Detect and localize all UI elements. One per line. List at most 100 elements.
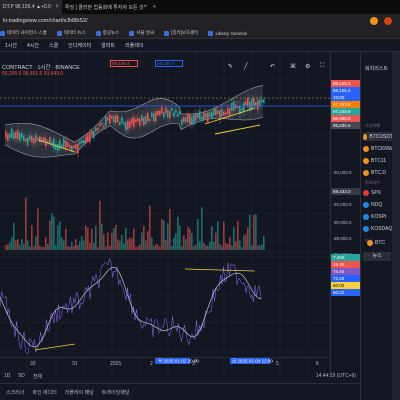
close-icon[interactable]: × bbox=[55, 4, 59, 10]
candle bbox=[191, 116, 193, 126]
candle bbox=[13, 132, 15, 140]
price-tick: 90,000.0 bbox=[334, 220, 352, 225]
candle bbox=[85, 136, 87, 144]
candle bbox=[185, 117, 187, 123]
volume-bar bbox=[87, 227, 89, 250]
alert-button[interactable]: 알러트 bbox=[101, 42, 115, 49]
volume-bar bbox=[175, 233, 177, 250]
volume-bar bbox=[115, 225, 117, 250]
watchlist-title[interactable]: 워치리스트 bbox=[365, 65, 388, 72]
candle bbox=[215, 108, 217, 116]
profile-avatar[interactable] bbox=[384, 17, 392, 25]
url-text[interactable]: kr.tradingview.com/chart/xJhl8bS2/ bbox=[3, 18, 88, 24]
volume-bar bbox=[255, 214, 257, 250]
candle bbox=[253, 98, 255, 107]
bookmark-item[interactable]: Library Genesis bbox=[208, 30, 247, 36]
candle bbox=[77, 143, 79, 154]
volume-bar bbox=[81, 236, 83, 250]
price-label: 96,480.0 bbox=[331, 115, 361, 122]
goto-button[interactable]: 전체 bbox=[33, 373, 42, 380]
candle bbox=[229, 108, 231, 116]
range-button[interactable]: 1D bbox=[4, 373, 10, 379]
undo-icon[interactable]: ↶ bbox=[270, 63, 275, 70]
line-tool-icon[interactable]: ╱ bbox=[244, 63, 248, 70]
candle bbox=[129, 121, 131, 128]
interval-button[interactable]: 1시간 bbox=[5, 42, 17, 49]
browser-tab[interactable]: 투딩 | 클러한 업동회에 투자자 모든 것 × bbox=[62, 0, 150, 14]
watchlist-section[interactable]: 주요지수 bbox=[365, 180, 380, 186]
volume-bar bbox=[33, 246, 35, 250]
bookmark-item[interactable]: 데이터 사이언스 스쿨 bbox=[0, 30, 47, 36]
watchlist-item[interactable]: BTC11 bbox=[363, 156, 393, 165]
close-icon[interactable]: × bbox=[144, 4, 148, 10]
candle bbox=[133, 117, 135, 127]
volume-bar bbox=[47, 243, 49, 250]
watchlist-item[interactable]: BTCUSDT bbox=[363, 132, 393, 141]
news-button[interactable]: 뉴스 bbox=[363, 252, 391, 261]
watchlist-item[interactable]: KOSDAQ bbox=[363, 224, 393, 233]
volume-bar bbox=[59, 221, 61, 250]
volume-bar bbox=[113, 228, 115, 250]
candle bbox=[91, 131, 93, 136]
candle bbox=[35, 134, 37, 143]
volume-bar bbox=[137, 246, 139, 250]
osc-label: 60.02 bbox=[331, 282, 361, 289]
watchlist-item[interactable]: KOSPI bbox=[363, 212, 393, 221]
watchlist-item[interactable]: NDQ bbox=[363, 200, 393, 209]
bookmark-item[interactable]: [증키]보호센터 bbox=[164, 30, 198, 36]
bookmark-icon bbox=[164, 30, 170, 36]
time-tick: 2025 bbox=[110, 361, 122, 367]
buy-price[interactable]: 98,166.4 bbox=[155, 60, 183, 67]
new-tab-button[interactable]: + bbox=[150, 0, 159, 14]
browser-tab[interactable]: DT.P 98,155.4 ▲+0.0 × bbox=[0, 0, 62, 14]
volume-bar bbox=[103, 234, 105, 250]
tab-screener[interactable]: 스크리너 bbox=[6, 389, 24, 396]
candle bbox=[131, 118, 133, 125]
bookmark-item[interactable]: 서울 날씨 bbox=[129, 30, 154, 36]
price-label: 97,249.9 bbox=[331, 108, 361, 115]
tab-pine-editor[interactable]: 파인 에디터 bbox=[32, 389, 56, 396]
volume-bar bbox=[245, 233, 247, 250]
watchlist-item[interactable]: BTC.D bbox=[363, 168, 393, 177]
candle bbox=[65, 140, 67, 149]
time-tick: 5 bbox=[276, 361, 279, 367]
symbol-title[interactable]: CONTRACT · 1시간 · BINANCE bbox=[2, 63, 80, 71]
fullscreen-icon[interactable]: ⛶ bbox=[320, 63, 324, 70]
interval-option[interactable]: 4시간 bbox=[27, 42, 39, 49]
volume-bar bbox=[225, 243, 227, 250]
volume-bar bbox=[147, 231, 149, 250]
candle bbox=[195, 113, 197, 121]
watchlist-item[interactable]: SPX bbox=[363, 188, 393, 197]
range-button[interactable]: 5D bbox=[18, 373, 24, 379]
volume-bar bbox=[73, 246, 75, 250]
price-scale[interactable]: 98,155.4 98,155.4 10:00 97,763.8 97,249.… bbox=[330, 52, 361, 377]
replay-button[interactable]: 리플레이 bbox=[125, 42, 143, 49]
bookmark-item[interactable]: 항공뉴스 bbox=[95, 30, 119, 36]
tab-trading-panel[interactable]: 트레이딩패널 bbox=[102, 389, 130, 396]
watchlist-section[interactable]: 가상화폐 bbox=[365, 123, 380, 129]
volume-bar bbox=[195, 244, 197, 250]
watchlist-item[interactable]: BTCKRW bbox=[363, 144, 393, 153]
sell-price[interactable]: 98,155.4 bbox=[110, 60, 138, 67]
settings-icon[interactable]: ⚙ bbox=[305, 63, 310, 70]
price-label: 95,835.6 bbox=[331, 122, 361, 129]
chart-style-button[interactable]: 스클 bbox=[49, 42, 58, 49]
bottom-panel-tabs: 스크리너 파인 에디터 리플레이 패널 트레이딩패널 bbox=[0, 383, 400, 400]
pencil-icon[interactable]: ✎ bbox=[228, 63, 233, 70]
price-chart[interactable]: 목 2025-01-02 20:00 금 2025-01-04 12:00 bbox=[0, 52, 330, 377]
time-axis[interactable]: 30 31 2025 2 3 5 6 bbox=[0, 357, 330, 369]
camera-icon[interactable]: ⌘ bbox=[290, 63, 296, 70]
volume-bar bbox=[79, 241, 81, 250]
volume-bar bbox=[75, 239, 77, 250]
volume-bar bbox=[85, 225, 87, 250]
volume-bar bbox=[167, 223, 169, 250]
tab-replay-panel[interactable]: 리플레이 패널 bbox=[65, 389, 94, 396]
extension-icon[interactable] bbox=[370, 17, 378, 25]
address-bar[interactable]: kr.tradingview.com/chart/xJhl8bS2/ bbox=[0, 14, 400, 28]
bookmark-item[interactable]: 데이터 뉴스 bbox=[56, 30, 86, 36]
candle bbox=[221, 108, 223, 117]
candle bbox=[57, 144, 59, 151]
volume-bar bbox=[63, 240, 65, 250]
candle bbox=[175, 109, 177, 113]
indicators-button[interactable]: 인디케이터 bbox=[68, 42, 91, 49]
